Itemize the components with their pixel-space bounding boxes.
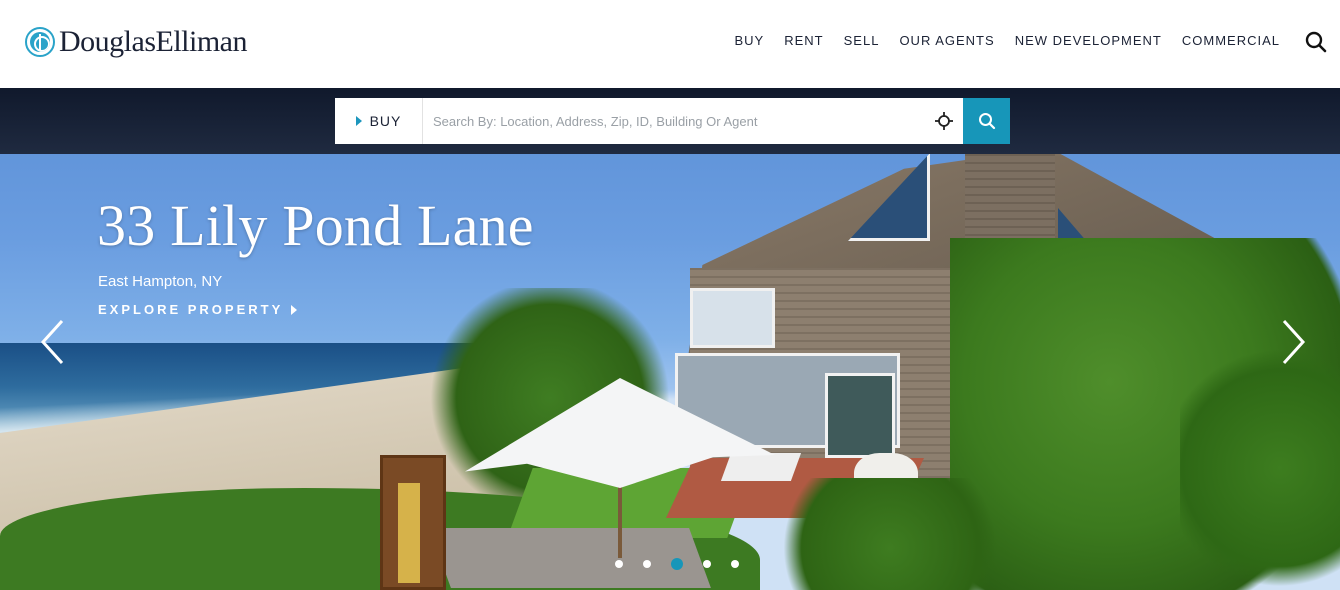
nav-rent[interactable]: RENT	[784, 33, 823, 48]
caret-right-icon	[355, 116, 362, 126]
nav-buy[interactable]: BUY	[735, 33, 765, 48]
carousel-dot-5[interactable]	[731, 560, 739, 568]
hero-carousel	[0, 88, 1340, 590]
hero-image-bush	[760, 478, 1020, 590]
nav-new-development[interactable]: NEW DEVELOPMENT	[1015, 33, 1162, 48]
chevron-left-icon	[40, 319, 64, 365]
carousel-dot-4[interactable]	[703, 560, 711, 568]
caret-right-icon	[291, 304, 298, 315]
main-nav: BUY RENT SELL OUR AGENTS NEW DEVELOPMENT…	[715, 33, 1281, 48]
carousel-dot-1[interactable]	[615, 560, 623, 568]
hero-image-umbrella-pole	[618, 478, 622, 558]
property-location: East Hampton, NY	[98, 273, 223, 290]
search-submit-button[interactable]	[963, 98, 1010, 144]
property-title: 33 Lily Pond Lane	[97, 193, 534, 258]
hero-image-balcony	[690, 288, 775, 348]
nav-our-agents[interactable]: OUR AGENTS	[899, 33, 994, 48]
search-type-label: BUY	[369, 113, 402, 129]
logo-text: DouglasElliman	[59, 25, 247, 58]
nav-sell[interactable]: SELL	[844, 33, 880, 48]
douglas-elliman-logo[interactable]: DouglasElliman	[25, 24, 247, 60]
carousel-pagination	[605, 558, 749, 570]
hero-image-post-inner	[398, 483, 420, 583]
chevron-right-icon	[1282, 319, 1306, 365]
carousel-dot-2[interactable]	[643, 560, 651, 568]
site-header: DouglasElliman BUY RENT SELL OUR AGENTS …	[0, 0, 1340, 88]
hero-image-lounger	[720, 453, 802, 481]
nav-commercial[interactable]: COMMERCIAL	[1182, 33, 1280, 48]
crosshair-icon[interactable]	[925, 98, 963, 144]
carousel-next-button[interactable]	[1278, 318, 1308, 366]
explore-property-label: EXPLORE PROPERTY	[98, 302, 284, 317]
search-input[interactable]	[423, 98, 925, 144]
logo-mark-icon	[25, 27, 55, 57]
explore-property-link[interactable]: EXPLORE PROPERTY	[98, 302, 298, 317]
carousel-prev-button[interactable]	[38, 318, 68, 366]
search-icon	[978, 113, 995, 130]
property-search-bar: BUY	[335, 98, 1010, 144]
hero-image-window	[825, 373, 895, 458]
search-icon[interactable]	[1304, 30, 1328, 54]
carousel-dot-3[interactable]	[671, 558, 683, 570]
search-type-dropdown[interactable]: BUY	[335, 98, 423, 144]
hero-image-tree	[1180, 338, 1340, 590]
